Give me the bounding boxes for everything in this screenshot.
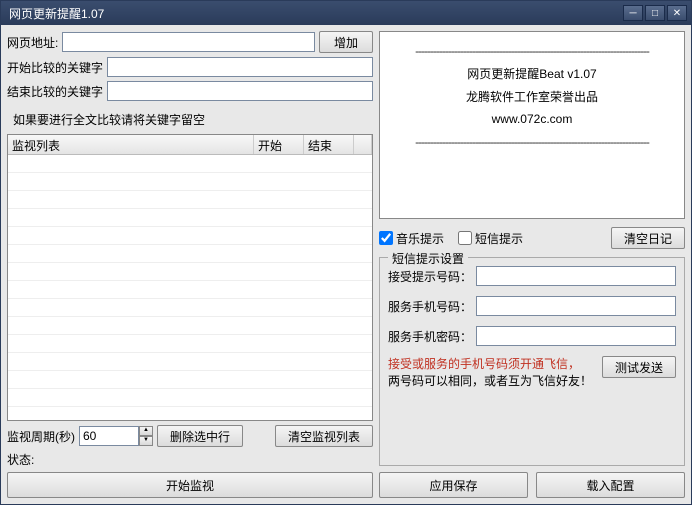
svc-phone-label: 服务手机号码： bbox=[388, 298, 472, 315]
kw-hint: 如果要进行全文比较请将关键字留空 bbox=[7, 105, 373, 130]
recv-input[interactable] bbox=[476, 266, 676, 286]
sms-check[interactable]: 短信提示 bbox=[458, 230, 523, 247]
app-window: 网页更新提醒1.07 ─ □ ✕ 网页地址: 增加 开始比较的关键字 结束比较的… bbox=[0, 0, 692, 505]
sms-check-label: 短信提示 bbox=[475, 230, 523, 247]
minimize-button[interactable]: ─ bbox=[623, 5, 643, 21]
url-input[interactable] bbox=[62, 32, 315, 52]
period-spinner[interactable]: ▲ ▼ bbox=[79, 426, 153, 446]
grid-header: 监视列表 开始 结束 bbox=[8, 135, 372, 155]
svc-pwd-row: 服务手机密码： bbox=[388, 326, 676, 346]
sms-note-rest: 两号码可以相同，或者互为飞信好友！ bbox=[388, 374, 592, 388]
watch-grid[interactable]: 监视列表 开始 结束 bbox=[7, 134, 373, 421]
sms-note-red: 接受或服务的手机号码须开通飞信， bbox=[388, 357, 580, 371]
svc-phone-input[interactable] bbox=[476, 296, 676, 316]
left-bottom: 监视周期(秒) ▲ ▼ 删除选中行 清空监视列表 状态: bbox=[7, 425, 373, 498]
grid-col-start[interactable]: 开始 bbox=[254, 135, 304, 154]
period-input[interactable] bbox=[79, 426, 139, 446]
svc-pwd-label: 服务手机密码： bbox=[388, 328, 472, 345]
url-row: 网页地址: 增加 bbox=[7, 31, 373, 53]
music-check-label: 音乐提示 bbox=[396, 230, 444, 247]
delete-selected-button[interactable]: 删除选中行 bbox=[157, 425, 243, 447]
right-panel: ----------------------------------------… bbox=[379, 31, 685, 498]
clear-list-button[interactable]: 清空监视列表 bbox=[275, 425, 373, 447]
sms-note: 接受或服务的手机号码须开通飞信， 两号码可以相同，或者互为飞信好友！ bbox=[388, 356, 598, 390]
start-kw-label: 开始比较的关键字 bbox=[7, 59, 103, 76]
window-title: 网页更新提醒1.07 bbox=[9, 5, 623, 22]
music-checkbox[interactable] bbox=[379, 231, 393, 245]
titlebar[interactable]: 网页更新提醒1.07 ─ □ ✕ bbox=[1, 1, 691, 25]
spin-down-icon[interactable]: ▼ bbox=[139, 436, 153, 446]
apply-save-button[interactable]: 应用保存 bbox=[379, 472, 528, 498]
info-line3: www.072c.com bbox=[388, 108, 676, 131]
end-kw-label: 结束比较的关键字 bbox=[7, 83, 103, 100]
grid-body[interactable] bbox=[8, 155, 372, 420]
info-box: ----------------------------------------… bbox=[379, 31, 685, 219]
dash-top: ----------------------------------------… bbox=[388, 40, 676, 63]
recv-label: 接受提示号码： bbox=[388, 268, 472, 285]
close-button[interactable]: ✕ bbox=[667, 5, 687, 21]
start-kw-row: 开始比较的关键字 bbox=[7, 57, 373, 77]
period-row: 监视周期(秒) ▲ ▼ 删除选中行 清空监视列表 bbox=[7, 425, 373, 447]
info-line1: 网页更新提醒Beat v1.07 bbox=[388, 63, 676, 86]
sms-settings-fieldset: 短信提示设置 接受提示号码： 服务手机号码： 服务手机密码： 接受或服务的手机号… bbox=[379, 257, 685, 466]
note-row: 接受或服务的手机号码须开通飞信， 两号码可以相同，或者互为飞信好友！ 测试发送 bbox=[388, 356, 676, 390]
clear-log-button[interactable]: 清空日记 bbox=[611, 227, 685, 249]
maximize-button[interactable]: □ bbox=[645, 5, 665, 21]
status-label: 状态: bbox=[7, 451, 34, 468]
check-row: 音乐提示 短信提示 清空日记 bbox=[379, 225, 685, 251]
titlebar-buttons: ─ □ ✕ bbox=[623, 5, 687, 21]
left-panel: 网页地址: 增加 开始比较的关键字 结束比较的关键字 如果要进行全文比较请将关键… bbox=[7, 31, 373, 498]
load-config-button[interactable]: 载入配置 bbox=[536, 472, 685, 498]
start-kw-input[interactable] bbox=[107, 57, 373, 77]
info-line2: 龙腾软件工作室荣誉出品 bbox=[388, 86, 676, 109]
grid-col-list[interactable]: 监视列表 bbox=[8, 135, 254, 154]
client-area: 网页地址: 增加 开始比较的关键字 结束比较的关键字 如果要进行全文比较请将关键… bbox=[1, 25, 691, 504]
grid-col-spacer bbox=[354, 135, 372, 154]
add-button[interactable]: 增加 bbox=[319, 31, 373, 53]
period-label: 监视周期(秒) bbox=[7, 428, 75, 445]
end-kw-row: 结束比较的关键字 bbox=[7, 81, 373, 101]
test-send-button[interactable]: 测试发送 bbox=[602, 356, 676, 378]
dash-bottom: ----------------------------------------… bbox=[388, 131, 676, 154]
recv-row: 接受提示号码： bbox=[388, 266, 676, 286]
music-check[interactable]: 音乐提示 bbox=[379, 230, 444, 247]
spin-up-icon[interactable]: ▲ bbox=[139, 426, 153, 436]
start-watch-button[interactable]: 开始监视 bbox=[7, 472, 373, 498]
sms-settings-legend: 短信提示设置 bbox=[388, 250, 468, 267]
url-label: 网页地址: bbox=[7, 34, 58, 51]
svc-pwd-input[interactable] bbox=[476, 326, 676, 346]
grid-col-end[interactable]: 结束 bbox=[304, 135, 354, 154]
svc-phone-row: 服务手机号码： bbox=[388, 296, 676, 316]
end-kw-input[interactable] bbox=[107, 81, 373, 101]
status-row: 状态: bbox=[7, 451, 373, 468]
right-bottom-row: 应用保存 载入配置 bbox=[379, 472, 685, 498]
sms-checkbox[interactable] bbox=[458, 231, 472, 245]
